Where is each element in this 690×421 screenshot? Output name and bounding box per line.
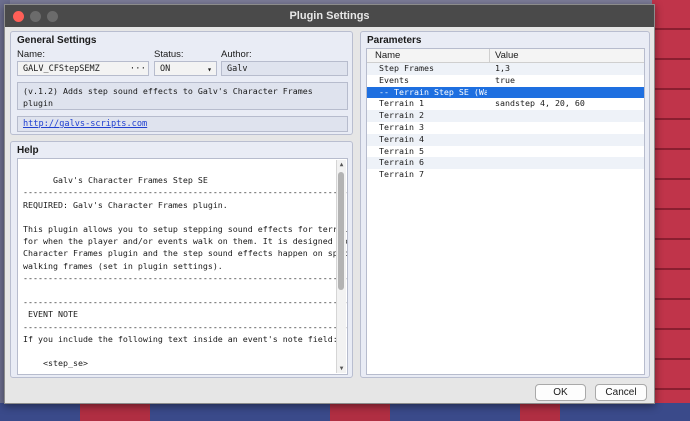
description-text: (v.1.2) Adds step sound effects to Galv'… (23, 86, 313, 108)
plugin-name-value: GALV_CFStepSEMZ (23, 64, 100, 74)
param-name: Terrain 4 (379, 133, 424, 144)
parameters-group: Parameters Name Value Step Frames 1,3 Eve… (360, 31, 650, 378)
param-value: 1,3 (495, 63, 510, 73)
scroll-up-icon[interactable]: ▲ (337, 160, 346, 169)
parameters-table: Name Value Step Frames 1,3 Events true -- … (366, 48, 645, 375)
url-field: http://galvs-scripts.com (17, 116, 348, 132)
map-tile (330, 403, 390, 421)
table-row[interactable]: Events true (367, 75, 644, 87)
chevron-down-icon: ▾ (207, 65, 212, 74)
table-row-selected[interactable]: -- Terrain Step SE (Walk... (367, 86, 644, 99)
param-name: Terrain 2 (379, 110, 424, 121)
browse-plugin-button[interactable]: ··· (130, 62, 146, 77)
param-value: sandstep 4, 20, 60 (495, 98, 585, 109)
table-body: Step Frames 1,3 Events true -- Terrain Ste… (367, 63, 644, 181)
description-field: (v.1.2) Adds step sound effects to Galv'… (17, 82, 348, 110)
param-name: Terrain 3 (379, 121, 424, 132)
status-label: Status: (154, 49, 184, 60)
column-name-header[interactable]: Name (375, 50, 400, 61)
param-value: true (495, 74, 515, 85)
scroll-down-icon[interactable]: ▼ (337, 364, 346, 373)
help-text: Galv's Character Frames Step SE --------… (23, 175, 347, 369)
parameters-title: Parameters (367, 35, 422, 46)
table-row[interactable]: Terrain 2 (367, 110, 644, 122)
ok-button[interactable]: OK (535, 384, 586, 401)
author-value: Galv (227, 64, 248, 74)
author-field: Galv (221, 61, 348, 76)
table-row[interactable]: Terrain 7 (367, 169, 644, 181)
window-titlebar: Plugin Settings (5, 5, 654, 27)
table-row[interactable]: Terrain 4 (367, 133, 644, 146)
plugin-settings-dialog: Plugin Settings General Settings Name: G… (4, 4, 655, 404)
general-settings-title: General Settings (17, 35, 97, 46)
maximize-window-icon[interactable] (47, 11, 58, 22)
help-title: Help (17, 145, 39, 156)
param-name: -- Terrain Step SE (Walk... (379, 86, 487, 97)
table-row[interactable]: Terrain 1 sandstep 4, 20, 60 (367, 98, 644, 110)
general-settings-group: General Settings Name: GALV_CFStepSEMZ ·… (10, 31, 353, 135)
plugin-name-field[interactable]: GALV_CFStepSEMZ ··· (17, 61, 149, 76)
map-tile (80, 403, 150, 421)
map-tile-column (652, 0, 690, 421)
param-name: Terrain 7 (379, 169, 424, 180)
table-row[interactable]: Terrain 3 (367, 122, 644, 134)
table-row[interactable]: Terrain 5 (367, 146, 644, 158)
help-text-area[interactable]: Galv's Character Frames Step SE --------… (17, 158, 348, 375)
help-group: Help Galv's Character Frames Step SE ---… (10, 141, 353, 378)
author-label: Author: (221, 49, 252, 60)
status-select[interactable]: ON ▾ (154, 61, 217, 76)
status-value: ON (160, 64, 171, 74)
table-row[interactable]: Step Frames 1,3 (367, 63, 644, 75)
param-name: Terrain 1 (379, 98, 424, 109)
minimize-window-icon[interactable] (30, 11, 41, 22)
param-name: Terrain 5 (379, 145, 424, 156)
param-name: Terrain 6 (379, 157, 424, 168)
param-name: Events (379, 74, 409, 85)
close-window-icon[interactable] (13, 11, 24, 22)
scroll-thumb[interactable] (338, 172, 344, 290)
window-title: Plugin Settings (289, 10, 370, 22)
name-label: Name: (17, 49, 45, 60)
column-value-header[interactable]: Value (495, 50, 519, 61)
plugin-website-link[interactable]: http://galvs-scripts.com (23, 119, 147, 129)
map-tile (520, 403, 560, 421)
table-row[interactable]: Terrain 6 (367, 157, 644, 170)
help-scrollbar[interactable]: ▲ ▼ (336, 160, 346, 373)
cancel-button[interactable]: Cancel (595, 384, 647, 401)
table-header: Name Value (367, 49, 644, 63)
param-name: Step Frames (379, 63, 434, 73)
